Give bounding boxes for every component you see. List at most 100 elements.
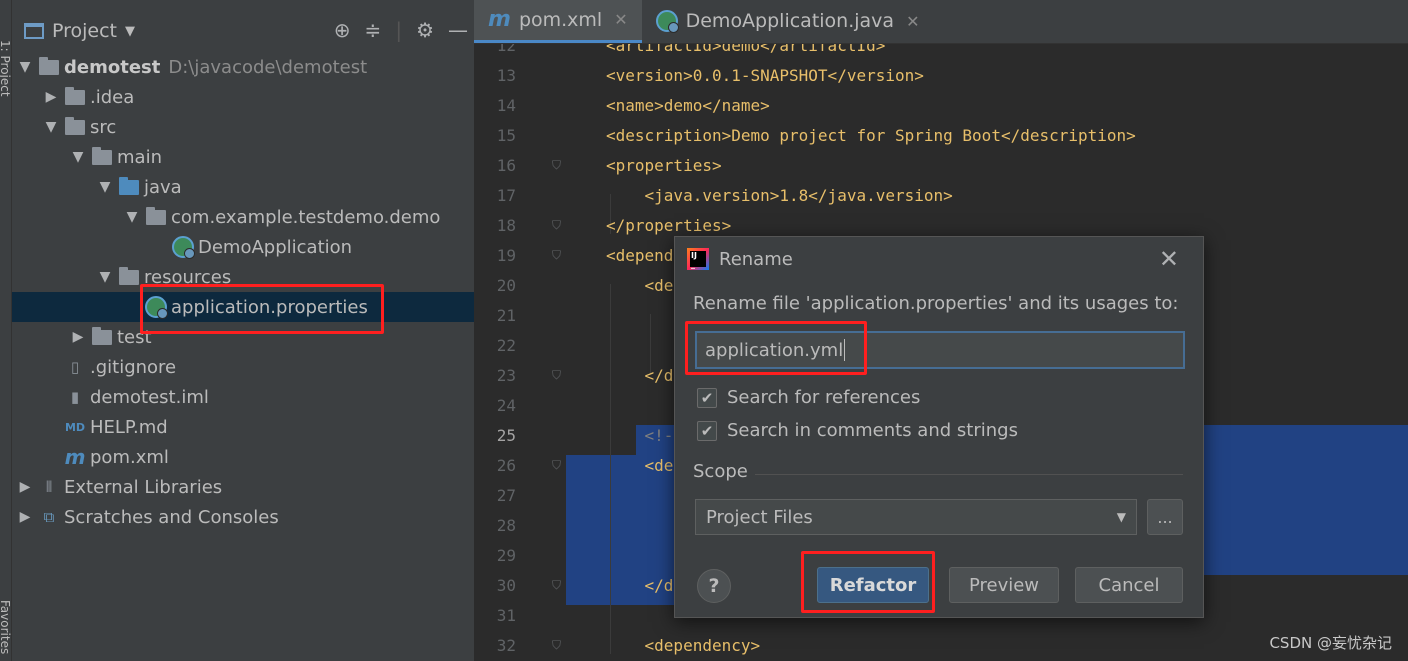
expand-arrow-icon[interactable]: ▼ — [98, 269, 112, 285]
checkbox-label: Search in comments and strings — [727, 420, 1018, 441]
resources-folder-icon — [118, 266, 140, 286]
project-view-selector[interactable]: Project ▼ — [24, 18, 135, 44]
window-icon — [24, 23, 44, 39]
tree-item-label: DemoApplication — [198, 236, 353, 258]
fold-icon[interactable]: ⛉ — [552, 638, 561, 653]
chevron-down-icon: ▼ — [125, 23, 136, 39]
tree-item-scratches[interactable]: ▶ ⧉ Scratches and Consoles — [12, 502, 474, 532]
tree-item-label: com.example.testdemo.demo — [171, 206, 441, 228]
collapse-arrow-icon[interactable]: ▶ — [71, 329, 85, 345]
chevron-down-icon: ▼ — [1116, 510, 1126, 524]
folder-icon — [64, 86, 86, 106]
close-icon[interactable]: ✕ — [1159, 245, 1179, 273]
expand-arrow-icon[interactable]: ▼ — [18, 59, 32, 75]
scratches-icon: ⧉ — [43, 508, 55, 526]
expand-arrow-icon[interactable]: ▼ — [125, 209, 139, 225]
checkbox-label: Search for references — [727, 387, 921, 408]
collapse-arrow-icon[interactable]: ▶ — [18, 479, 32, 495]
rename-prompt: Rename file 'application.properties' and… — [693, 293, 1179, 314]
project-panel-header: Project ▼ ⊕ ≑ | ⚙ — — [12, 0, 474, 60]
code-line: 14 <name>demo</name> — [496, 95, 770, 115]
collapse-arrow-icon[interactable]: ▶ — [18, 509, 32, 525]
refactor-button[interactable]: Refactor — [817, 567, 929, 603]
collapse-all-icon[interactable]: ≑ — [365, 18, 382, 42]
tree-item-resources[interactable]: ▼ resources — [12, 262, 474, 292]
close-icon[interactable]: ✕ — [614, 10, 627, 29]
tab-pom-xml[interactable]: m pom.xml ✕ — [474, 0, 642, 43]
folder-icon — [91, 146, 113, 166]
search-references-checkbox[interactable]: ✔ Search for references — [697, 387, 920, 408]
tree-item-external-libraries[interactable]: ▶ ⦀ External Libraries — [12, 472, 474, 502]
tab-demoapplication[interactable]: DemoApplication.java ✕ — [642, 0, 934, 43]
scope-select[interactable]: Project Files ▼ — [695, 499, 1137, 535]
tree-item-iml[interactable]: ▮ demotest.iml — [12, 382, 474, 412]
tree-item-demoapplication[interactable]: DemoApplication — [12, 232, 474, 262]
fold-icon[interactable]: ⛉ — [552, 458, 561, 473]
locate-icon[interactable]: ⊕ — [334, 18, 351, 42]
code-line: 12 <artifactId>demo</artifactId> — [496, 44, 886, 55]
tree-item-label: resources — [144, 266, 232, 288]
tree-item-idea[interactable]: ▶ .idea — [12, 82, 474, 112]
help-button[interactable]: ? — [697, 569, 731, 603]
project-tool-tab[interactable]: 1: Project — [0, 40, 12, 97]
tree-item-pom[interactable]: m pom.xml — [12, 442, 474, 472]
project-panel: Project ▼ ⊕ ≑ | ⚙ — ▼ demotest D:\javaco… — [12, 0, 474, 661]
cancel-button[interactable]: Cancel — [1075, 567, 1183, 603]
tree-item-src[interactable]: ▼ src — [12, 112, 474, 142]
fold-icon[interactable]: ⛉ — [552, 158, 561, 173]
tree-item-help-md[interactable]: MD HELP.md — [12, 412, 474, 442]
project-path: D:\javacode\demotest — [168, 56, 368, 78]
checkmark-icon[interactable]: ✔ — [697, 420, 717, 441]
tree-item-test[interactable]: ▶ test — [12, 322, 474, 352]
dialog-title: Rename — [719, 248, 793, 270]
tree-item-label: HELP.md — [90, 416, 168, 438]
folder-icon — [64, 116, 86, 136]
rename-dialog: IJ _ Rename ✕ Rename file 'application.pr… — [674, 236, 1204, 618]
new-name-value: application.yml — [705, 339, 844, 361]
tree-item-label: java — [144, 176, 182, 198]
tree-item-demotest[interactable]: ▼ demotest D:\javacode\demotest — [12, 52, 474, 82]
fold-icon[interactable]: ⛉ — [552, 248, 561, 263]
fold-icon[interactable]: ⛉ — [552, 578, 561, 593]
tree-item-application-properties[interactable]: application.properties — [12, 292, 474, 322]
code-line: 17 <java.version>1.8</java.version> — [496, 185, 953, 205]
editor-tabs: m pom.xml ✕ DemoApplication.java ✕ — [474, 0, 1408, 44]
tree-item-label: .gitignore — [90, 356, 177, 378]
scope-label: Scope — [693, 461, 748, 482]
checkmark-icon[interactable]: ✔ — [697, 387, 717, 408]
iml-file-icon: ▮ — [70, 388, 80, 406]
expand-arrow-icon[interactable]: ▼ — [98, 179, 112, 195]
expand-arrow-icon[interactable]: ▼ — [71, 149, 85, 165]
scope-value: Project Files — [706, 506, 813, 528]
project-panel-title: Project — [52, 20, 118, 42]
search-comments-checkbox[interactable]: ✔ Search in comments and strings — [697, 420, 1018, 441]
collapse-arrow-icon[interactable]: ▶ — [44, 89, 58, 105]
new-name-input[interactable]: application.yml — [695, 331, 1185, 369]
text-caret — [844, 339, 846, 361]
tree-item-java[interactable]: ▼ java — [12, 172, 474, 202]
project-panel-tools: ⊕ ≑ | ⚙ — — [334, 18, 468, 42]
favorites-tool-tab[interactable]: Favorites — [0, 600, 12, 654]
close-icon[interactable]: ✕ — [906, 12, 919, 31]
tree-item-label: demotest.iml — [90, 386, 209, 408]
tree-item-main[interactable]: ▼ main — [12, 142, 474, 172]
dialog-title-bar: IJ _ Rename ✕ — [675, 237, 1203, 281]
tab-label: pom.xml — [518, 8, 603, 31]
code-line: 16 ⛉ <properties> — [496, 155, 722, 175]
tab-label: DemoApplication.java — [685, 10, 895, 32]
hide-icon[interactable]: — — [448, 18, 468, 42]
tree-item-gitignore[interactable]: ▯ .gitignore — [12, 352, 474, 382]
libraries-icon: ⦀ — [45, 478, 53, 496]
code-line: 13 <version>0.0.1-SNAPSHOT</version> — [496, 65, 924, 85]
ignore-file-icon: ▯ — [70, 358, 80, 376]
gear-icon[interactable]: ⚙ — [416, 18, 434, 42]
tree-item-package[interactable]: ▼ com.example.testdemo.demo — [12, 202, 474, 232]
divider: | — [395, 18, 403, 42]
fold-icon[interactable]: ⛉ — [552, 218, 561, 233]
fold-icon[interactable]: ⛉ — [552, 368, 561, 383]
tool-window-strip: 1: Project Favorites — [0, 0, 12, 661]
expand-arrow-icon[interactable]: ▼ — [44, 119, 58, 135]
preview-button[interactable]: Preview — [949, 567, 1059, 603]
intellij-logo-icon: IJ _ — [687, 248, 709, 270]
browse-scope-button[interactable]: ... — [1147, 499, 1183, 535]
